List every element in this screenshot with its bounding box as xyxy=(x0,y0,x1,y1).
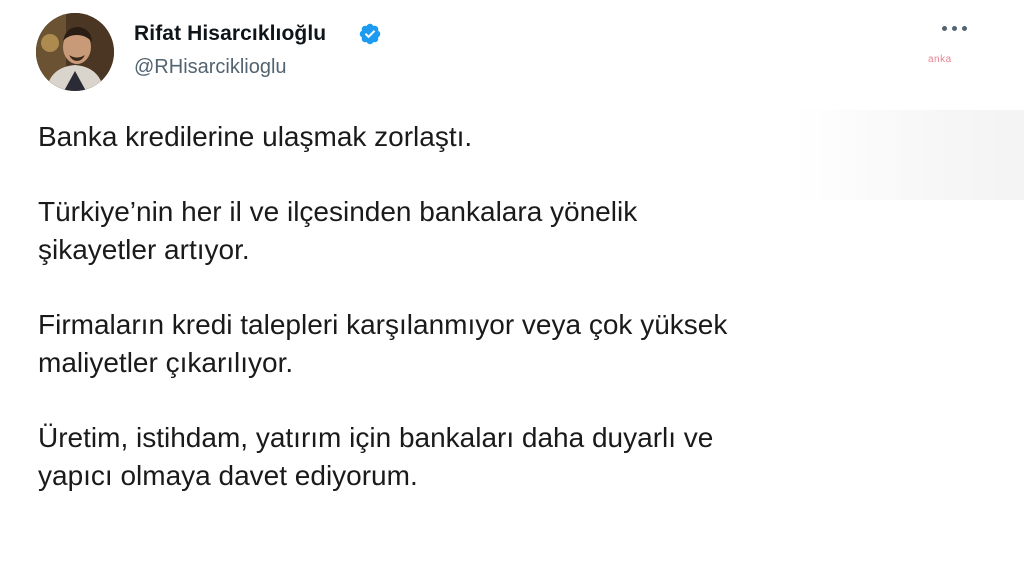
watermark: anka xyxy=(928,54,952,65)
tweet-paragraph: Firmaların kredi talepleri karşılanmıyor… xyxy=(38,309,728,378)
tweet-paragraph: Banka kredilerine ulaşmak zorlaştı. xyxy=(38,121,473,152)
profile-photo-icon xyxy=(36,13,114,91)
tweet-card: Rifat Hisarcıklıoğlu @RHisarciklioglu an… xyxy=(0,0,1024,576)
avatar[interactable] xyxy=(36,13,114,91)
author-handle[interactable]: @RHisarciklioglu xyxy=(134,56,287,79)
verified-badge-icon xyxy=(359,23,381,45)
tweet-paragraph: Üretim, istihdam, yatırım için bankaları… xyxy=(38,422,714,491)
tweet-paragraph: Türkiye’nin her il ve ilçesinden bankala… xyxy=(38,196,638,265)
more-dot xyxy=(951,25,957,31)
tweet-text: Banka kredilerine ulaşmak zorlaştı. Türk… xyxy=(38,118,998,495)
more-horizontal-icon[interactable] xyxy=(930,16,978,40)
more-dot xyxy=(941,25,947,31)
more-dot xyxy=(961,25,967,31)
author-name[interactable]: Rifat Hisarcıklıoğlu xyxy=(134,22,326,46)
